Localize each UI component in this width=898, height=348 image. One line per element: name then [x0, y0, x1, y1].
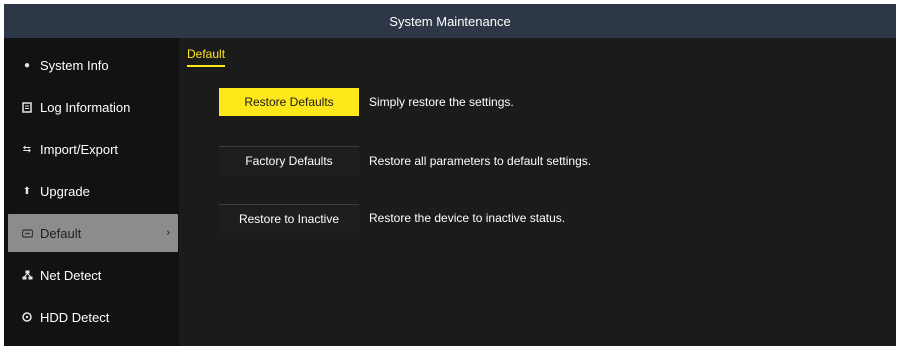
system-maintenance-window: System Maintenance ● System Info Log Inf…	[4, 4, 896, 346]
sidebar-item-default[interactable]: Default ›	[8, 214, 178, 252]
chevron-right-icon: ›	[166, 227, 170, 239]
sidebar-item-upgrade[interactable]: ⬆ Upgrade	[8, 172, 178, 210]
sidebar-item-label: System Info	[40, 57, 109, 73]
factory-defaults-button[interactable]: Factory Defaults	[219, 146, 359, 175]
sidebar-item-label: Import/Export	[40, 141, 119, 157]
sidebar-item-label: Default	[40, 225, 82, 241]
tab-default[interactable]: Default	[187, 47, 226, 67]
restore-defaults-description: Simply restore the settings.	[369, 95, 514, 109]
sidebar-item-system-info[interactable]: ● System Info	[8, 46, 178, 84]
restore-to-inactive-description: Restore the device to inactive status.	[369, 211, 566, 225]
sidebar-item-net-detect[interactable]: Net Detect	[8, 256, 178, 294]
sidebar-item-hdd-detect[interactable]: HDD Detect	[8, 298, 178, 336]
main-panel: Default Restore Defaults Simply restore …	[179, 38, 896, 346]
window-title: System Maintenance	[4, 4, 896, 38]
sidebar: ● System Info Log Information ⇆ Import/E…	[4, 38, 179, 346]
import-export-icon: ⇆	[22, 143, 32, 155]
hdd-icon	[18, 312, 36, 322]
sidebar-item-label: HDD Detect	[40, 309, 110, 325]
sidebar-item-label: Log Information	[40, 99, 131, 115]
sidebar-item-label: Net Detect	[40, 267, 102, 283]
default-icon	[18, 228, 36, 238]
sidebar-item-import-export[interactable]: ⇆ Import/Export	[8, 130, 178, 168]
upgrade-arrow-icon: ⬆	[22, 185, 32, 197]
log-icon	[18, 101, 36, 113]
info-icon: ●	[23, 59, 31, 71]
sidebar-item-log-information[interactable]: Log Information	[8, 88, 178, 126]
restore-defaults-button[interactable]: Restore Defaults	[219, 88, 359, 116]
sidebar-item-label: Upgrade	[40, 183, 90, 199]
factory-defaults-description: Restore all parameters to default settin…	[369, 154, 592, 168]
network-icon	[18, 270, 36, 280]
restore-to-inactive-button[interactable]: Restore to Inactive	[219, 204, 359, 233]
